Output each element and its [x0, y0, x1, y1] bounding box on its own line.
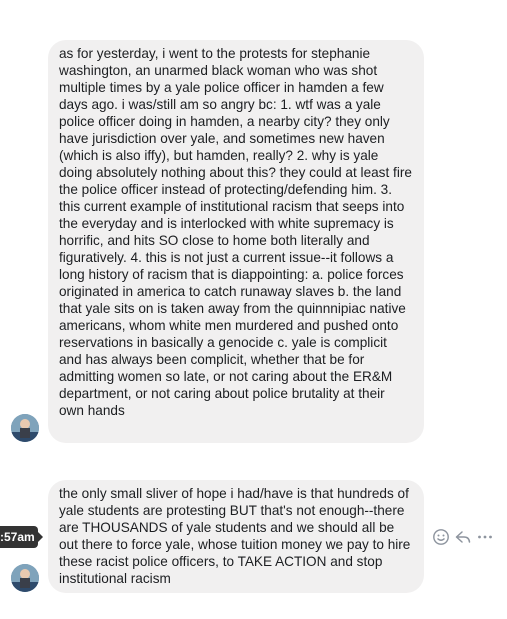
reply-icon[interactable]	[454, 528, 472, 546]
avatar[interactable]	[11, 564, 39, 592]
message-text: the only small sliver of hope i had/have…	[59, 486, 411, 586]
message-bubble[interactable]: the only small sliver of hope i had/have…	[48, 480, 424, 593]
message-bubble[interactable]: as for yesterday, i went to the protests…	[48, 40, 424, 443]
more-icon[interactable]	[476, 528, 494, 546]
emoji-react-icon[interactable]	[432, 528, 450, 546]
avatar-image	[11, 564, 39, 592]
message-text: as for yesterday, i went to the protests…	[59, 46, 412, 418]
message-actions	[432, 528, 498, 546]
avatar-image	[11, 414, 39, 442]
avatar[interactable]	[11, 414, 39, 442]
timestamp-tooltip: :57am	[0, 526, 43, 548]
